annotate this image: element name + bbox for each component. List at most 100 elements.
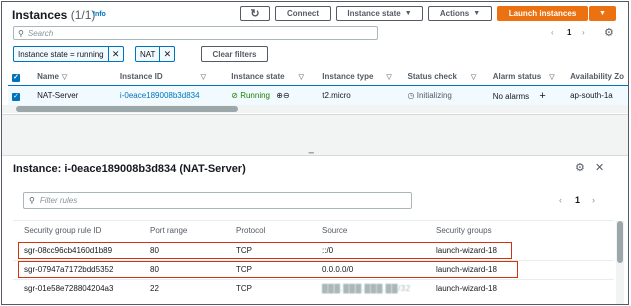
table-row[interactable]: ✓ NAT-Server i-0eace189008b3d834 ⊘ Runni… bbox=[8, 85, 628, 106]
instance-id-link[interactable]: i-0eace189008b3d834 bbox=[120, 91, 200, 100]
panel-divider bbox=[2, 114, 628, 155]
instance-state-label: Instance state bbox=[347, 9, 401, 18]
instance-state-button[interactable]: Instance state ▼ bbox=[336, 6, 423, 21]
close-icon[interactable]: ✕ bbox=[159, 47, 174, 61]
filter-placeholder: Filter rules bbox=[39, 196, 78, 205]
zoom-in-icon[interactable]: ⊕ bbox=[276, 91, 283, 100]
col-header[interactable]: Instance state ▽ bbox=[227, 68, 318, 86]
sort-icon: ▽ bbox=[61, 74, 68, 81]
search-icon: ⚲ bbox=[18, 28, 24, 38]
sort-icon: ▽ bbox=[549, 74, 555, 81]
clear-filters-button[interactable]: Clear filters bbox=[201, 46, 268, 62]
prev-page-icon[interactable]: ‹ bbox=[551, 28, 554, 37]
rule-protocol: TCP bbox=[236, 246, 252, 255]
rule-id: sgr-01e58e728804204a3 bbox=[24, 284, 114, 293]
alarm-status-value: No alarms bbox=[492, 91, 530, 101]
rule-port: 80 bbox=[150, 246, 159, 255]
close-icon[interactable]: ✕ bbox=[107, 47, 123, 61]
info-link[interactable]: Info bbox=[93, 11, 106, 18]
clock-icon: ◷ bbox=[407, 91, 415, 100]
page-number[interactable]: 1 bbox=[575, 195, 580, 205]
ec2-console-window: Instances (1/1) Info ↻ Connect Instance … bbox=[1, 1, 629, 305]
rule-port: 22 bbox=[150, 284, 159, 293]
rule-source: 0.0.0.0/0 bbox=[322, 265, 354, 274]
col-label: Status check bbox=[407, 72, 457, 81]
vertical-scrollbar[interactable] bbox=[616, 221, 624, 304]
caret-down-icon: ▼ bbox=[473, 10, 481, 17]
horizontal-scrollbar[interactable] bbox=[2, 105, 628, 113]
col-label: Alarm status bbox=[492, 72, 542, 81]
refresh-button[interactable]: ↻ bbox=[240, 6, 270, 21]
status-check-value: Initializing bbox=[416, 91, 452, 100]
sort-icon: ▽ bbox=[200, 74, 206, 81]
gear-icon[interactable]: ⚙ bbox=[604, 26, 614, 39]
col-header[interactable]: Availability Zo bbox=[566, 68, 628, 86]
connect-button[interactable]: Connect bbox=[275, 6, 331, 21]
actions-button[interactable]: Actions ▼ bbox=[428, 6, 492, 21]
col-header[interactable]: Port range bbox=[150, 226, 187, 235]
gear-icon[interactable]: ⚙ bbox=[575, 161, 585, 174]
scrollbar-thumb[interactable] bbox=[617, 221, 623, 263]
detail-panel: Instance: i-0eace189008b3d834 (NAT-Serve… bbox=[2, 155, 628, 304]
instances-panel: Instances (1/1) Info ↻ Connect Instance … bbox=[2, 2, 628, 114]
col-header[interactable]: Source bbox=[322, 226, 347, 235]
col-header[interactable]: Name ▽ bbox=[33, 68, 116, 86]
launch-label: Launch instances bbox=[508, 9, 577, 18]
instance-name: NAT-Server bbox=[33, 85, 116, 106]
scrollbar-thumb[interactable] bbox=[16, 106, 238, 112]
search-icon: ⚲ bbox=[29, 196, 35, 205]
table-divider bbox=[13, 220, 614, 221]
search-placeholder: Search bbox=[27, 28, 54, 38]
filter-chip-label: NAT bbox=[140, 49, 156, 59]
col-header[interactable]: Instance type ▽ bbox=[318, 68, 403, 86]
rule-id: sgr-08cc96cb4160d1b89 bbox=[24, 246, 113, 255]
row-divider bbox=[13, 260, 614, 261]
close-icon[interactable]: ✕ bbox=[595, 161, 604, 174]
availability-zone-value: ap-south-1a bbox=[566, 85, 628, 106]
col-header[interactable]: Security groups bbox=[436, 226, 492, 235]
next-page-icon[interactable]: › bbox=[582, 28, 585, 37]
actions-label: Actions bbox=[439, 9, 470, 18]
table-header: ✓ Name ▽ Instance ID ▽ Instance state ▽ Ins… bbox=[8, 68, 628, 86]
next-page-icon[interactable]: › bbox=[592, 195, 595, 205]
search-input[interactable]: ⚲ Search bbox=[13, 26, 378, 40]
instance-count: (1/1) bbox=[70, 8, 96, 22]
instances-table: ✓ Name ▽ Instance ID ▽ Instance state ▽ Ins… bbox=[8, 68, 628, 106]
col-header[interactable]: Status check ▽ bbox=[404, 68, 489, 86]
rule-group: launch-wizard-18 bbox=[436, 265, 497, 274]
filter-rules-input[interactable]: ⚲ Filter rules bbox=[23, 192, 412, 209]
col-label: Instance state bbox=[231, 72, 285, 81]
rule-protocol: TCP bbox=[236, 284, 252, 293]
rule-id: sgr-07947a7172bdd5352 bbox=[24, 265, 114, 274]
sort-icon: ▽ bbox=[470, 74, 477, 81]
rule-group: launch-wizard-18 bbox=[436, 246, 497, 255]
rule-port: 80 bbox=[150, 265, 159, 274]
row-checkbox[interactable]: ✓ bbox=[8, 85, 34, 106]
launch-dropdown-button[interactable]: ▼ bbox=[589, 6, 616, 21]
clear-filters-label: Clear filters bbox=[212, 49, 257, 59]
rule-group: launch-wizard-18 bbox=[436, 284, 497, 293]
rule-source-redacted: ███.███.███.██/32 bbox=[322, 284, 411, 293]
launch-instances-button[interactable]: Launch instances bbox=[497, 6, 588, 21]
col-label: Availability Zo bbox=[570, 72, 624, 81]
check-circle-icon: ⊘ bbox=[231, 91, 238, 100]
col-label: Instance ID bbox=[119, 72, 163, 81]
col-header[interactable]: Instance ID ▽ bbox=[116, 68, 227, 86]
col-header[interactable]: Alarm status ▽ bbox=[489, 68, 566, 86]
connect-label: Connect bbox=[287, 9, 319, 18]
title-text: Instances bbox=[12, 8, 68, 22]
filter-chip-label: Instance state = running bbox=[18, 49, 104, 59]
page-number[interactable]: 1 bbox=[567, 28, 571, 37]
prev-page-icon[interactable]: ‹ bbox=[559, 195, 562, 205]
zoom-out-icon[interactable]: ⊖ bbox=[283, 91, 290, 100]
refresh-icon: ↻ bbox=[250, 8, 260, 20]
caret-down-icon: ▼ bbox=[404, 10, 412, 17]
add-alarm-icon[interactable]: + bbox=[539, 90, 545, 102]
rule-protocol: TCP bbox=[236, 265, 252, 274]
select-all-checkbox[interactable]: ✓ bbox=[8, 68, 33, 86]
caret-down-icon: ▼ bbox=[599, 10, 606, 17]
col-header[interactable]: Security group rule ID bbox=[24, 226, 101, 235]
instance-type-value: t2.micro bbox=[318, 85, 404, 106]
filter-chip-name: NAT ✕ bbox=[135, 46, 176, 62]
col-header[interactable]: Protocol bbox=[236, 226, 265, 235]
